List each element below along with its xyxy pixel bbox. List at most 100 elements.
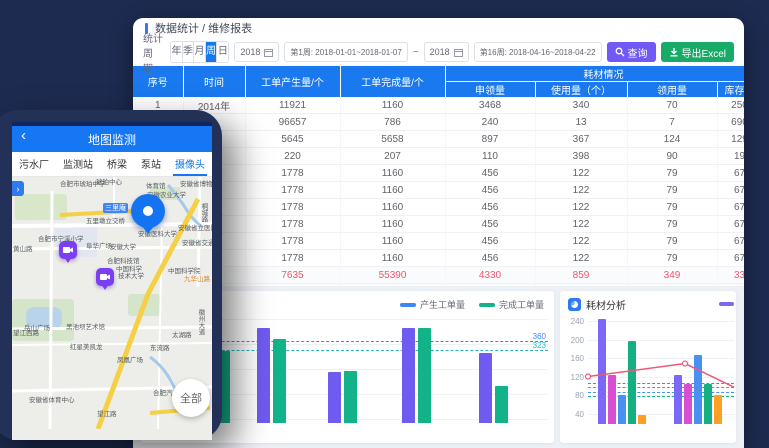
breadcrumb-text: 数据统计 / 维修报表 xyxy=(155,20,252,36)
bar-完成工单量-group2 xyxy=(344,371,357,423)
phone-tab-2[interactable]: 桥梁 xyxy=(105,152,129,176)
phone-tab-3[interactable]: 泵站 xyxy=(139,152,163,176)
legend-item-0[interactable]: 产生工单量 xyxy=(400,298,465,311)
table-row: 96657786240137690 xyxy=(133,114,744,131)
phone-tab-1[interactable]: 监测站 xyxy=(61,152,95,176)
all-filter-button[interactable]: 全部 xyxy=(172,379,210,417)
clipped-legend-dash xyxy=(719,302,734,306)
calendar-icon xyxy=(264,48,273,57)
y-axis-tick: 120 xyxy=(566,373,584,382)
consumable-chart-title: 耗材分析 xyxy=(568,297,626,312)
map-label: 安徽大学 xyxy=(110,241,136,251)
map-label: 安徽省立医院 xyxy=(178,222,212,232)
map-label: 五里墩立交桥 xyxy=(86,215,125,225)
period-option-0[interactable]: 年 xyxy=(171,42,183,62)
consumable-chart-card: 耗材分析 2402001601208040 xyxy=(560,291,736,443)
map-label: 九华山路 xyxy=(184,273,210,283)
year-from-select[interactable]: 2018 xyxy=(234,42,279,62)
bar-完成工单量-group1 xyxy=(273,339,286,423)
map-label: 凤凰广场 xyxy=(117,354,143,364)
sub-header-1: 使用量（个） xyxy=(535,82,627,98)
sub-header-2: 领用量 xyxy=(627,82,717,98)
map-label: 黄山路 xyxy=(13,243,33,253)
table-row: 2202071103989019 xyxy=(133,148,744,165)
y-axis-tick: 240 xyxy=(566,317,584,326)
bar-产生工单量-group2 xyxy=(328,372,341,423)
workorder-chart-legend: 产生工单量 完成工单量 xyxy=(400,298,544,311)
map-label: 红星美凯龙 xyxy=(70,341,103,351)
map-view[interactable]: › 全部 合肥市琥珀中学琥珀中心体育馆安徽农业大学安徽省博物馆桐城路三里庵五里墩… xyxy=(12,177,212,440)
period-option-4[interactable]: 日 xyxy=(217,42,228,62)
phone-title: 地图监测 xyxy=(88,131,136,148)
filter-bar: 统计周期: 年季月周日 2018 第1周: 2018-01-01~2018-01… xyxy=(133,38,744,66)
reference-line-label: 360 xyxy=(533,332,546,341)
search-icon xyxy=(615,47,625,57)
calendar-icon xyxy=(454,48,463,57)
group-header: 耗材情况 xyxy=(445,66,744,82)
breadcrumb: 数据统计 / 维修报表 xyxy=(133,18,744,38)
period-option-3[interactable]: 周 xyxy=(206,42,218,62)
week-to-input[interactable]: 第16周: 2018-04-16~2018-04-22 xyxy=(474,42,602,62)
phone-tab-bar: 污水厂监测站桥梁泵站摄像头 xyxy=(12,152,212,177)
bar-产生工单量-group3 xyxy=(402,328,415,424)
table-row: 177811604561227967 xyxy=(133,250,744,267)
table-row: 56455658897367124129 xyxy=(133,131,744,148)
map-label: 桐城路 xyxy=(198,203,208,223)
phone-overlay: ‹ 地图监测 污水厂监测站桥梁泵站摄像头 xyxy=(0,110,222,440)
total-row: 合计763555390433085934933 xyxy=(133,267,744,284)
back-icon[interactable]: ‹ xyxy=(21,127,26,144)
bar-产生工单量-group4 xyxy=(479,353,492,424)
export-excel-button[interactable]: 导出Excel xyxy=(661,42,734,62)
camera-marker-0[interactable] xyxy=(59,241,77,259)
period-segmented-control: 年季月周日 xyxy=(170,41,229,63)
period-option-2[interactable]: 月 xyxy=(194,42,206,62)
legend-item-1[interactable]: 完成工单量 xyxy=(479,298,544,311)
map-label: 安徽省体育中心 xyxy=(29,394,75,404)
phone-header: ‹ 地图监测 xyxy=(12,126,212,152)
y-axis-tick: 80 xyxy=(566,391,584,400)
table-row: 177811604561227967 xyxy=(133,233,744,250)
report-table-wrap: 序号时间工单产生量/个工单完成量/个耗材情况申领量使用量（个）领用量库存量120… xyxy=(133,66,744,301)
table-row: 177811604561227967 xyxy=(133,182,744,199)
y-axis-tick: 200 xyxy=(566,336,584,345)
map-label: 黑池坝艺术馆 xyxy=(66,321,105,331)
range-separator: ~ xyxy=(413,47,419,58)
map-label: 望江路 xyxy=(97,408,117,418)
map-expand-toggle[interactable]: › xyxy=(12,181,24,196)
map-label: 安徽省交通厅 xyxy=(182,237,212,247)
period-label: 统计周期: xyxy=(143,30,165,75)
map-label: 安徽省博物馆 xyxy=(180,178,212,188)
map-label: 徽州大道 xyxy=(195,309,205,335)
selected-camera-pin[interactable] xyxy=(131,194,165,228)
bar-产生工单量-group1 xyxy=(257,328,270,423)
main-panel: 数据统计 / 维修报表 统计周期: 年季月周日 2018 第1周: 2018-0… xyxy=(133,18,744,448)
charts-row: 产生工单量完成工单量 360323 耗材分析 2402001601208040 xyxy=(133,286,744,448)
period-option-1[interactable]: 季 xyxy=(183,42,195,62)
camera-marker-1[interactable] xyxy=(96,268,114,286)
trend-line xyxy=(588,321,736,443)
phone-tab-0[interactable]: 污水厂 xyxy=(17,152,51,176)
table-row: 12014年119211160346834070250 xyxy=(133,97,744,114)
query-button[interactable]: 查询 xyxy=(607,42,656,62)
pin-center-dot xyxy=(143,206,153,216)
year-to-select[interactable]: 2018 xyxy=(424,42,469,62)
download-icon xyxy=(669,47,679,57)
map-label: 太湖路 xyxy=(172,329,192,339)
phone-tab-4[interactable]: 摄像头 xyxy=(173,152,207,176)
map-label: 技术大学 xyxy=(118,270,144,280)
y-axis-tick: 40 xyxy=(566,410,584,419)
map-label: 东流路 xyxy=(150,342,170,352)
week-from-input[interactable]: 第1周: 2018-01-01~2018-01-07 xyxy=(284,42,407,62)
sub-header-3: 库存量 xyxy=(717,82,744,98)
map-label: 望江西路 xyxy=(13,327,39,337)
bar-完成工单量-group3 xyxy=(418,328,431,424)
sub-header-0: 申领量 xyxy=(445,82,535,98)
pie-chart-icon xyxy=(568,298,581,311)
table-row: 177811604561227967 xyxy=(133,199,744,216)
map-label: 阜华广场 xyxy=(86,240,112,250)
col-header-2: 工单产生量/个 xyxy=(245,66,340,97)
map-label: 三里庵 xyxy=(103,203,128,213)
phone-screen: ‹ 地图监测 污水厂监测站桥梁泵站摄像头 xyxy=(12,122,212,440)
bar-完成工单量-group4 xyxy=(495,386,508,423)
legend-dash xyxy=(479,303,495,307)
